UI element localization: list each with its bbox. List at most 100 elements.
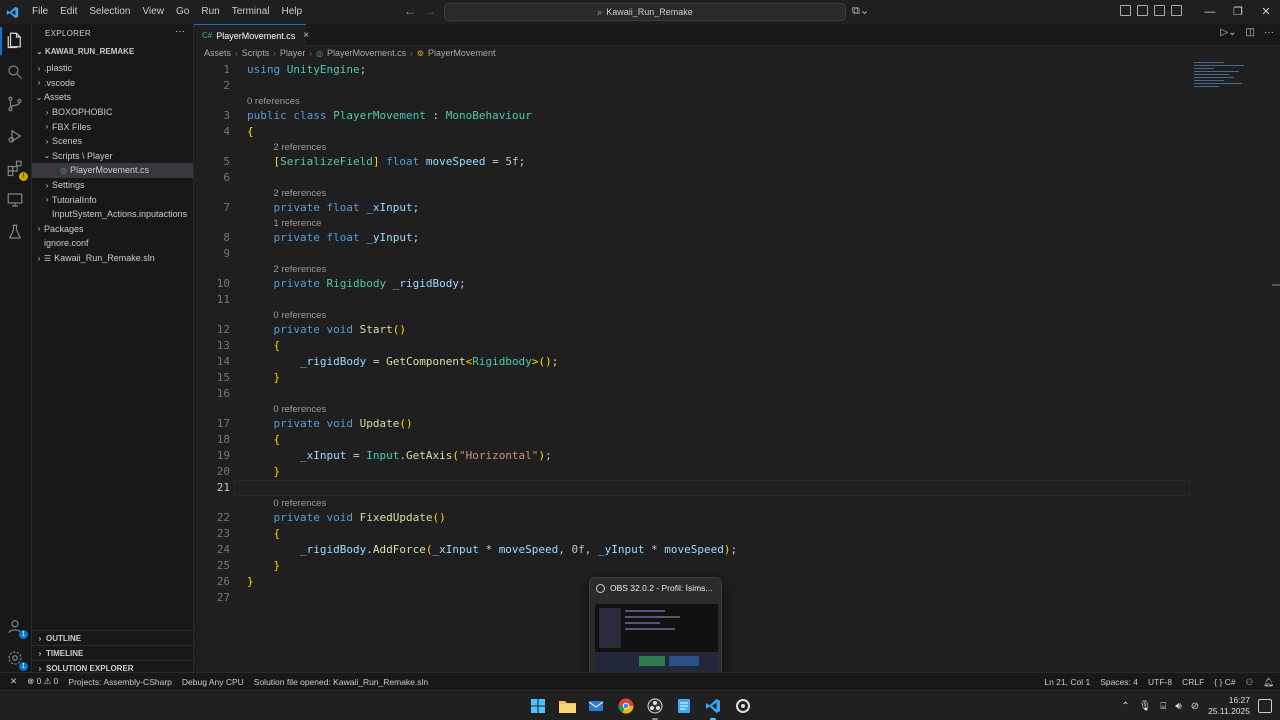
tree-item[interactable]: ⌄ Assets	[32, 90, 193, 105]
close-tab-icon[interactable]: ×	[303, 30, 309, 41]
file-explorer-icon[interactable]	[557, 696, 577, 716]
code-lens-references[interactable]: 0 references	[194, 310, 794, 322]
minimize-icon[interactable]: —	[1196, 0, 1224, 24]
vscode-taskbar-icon[interactable]	[703, 696, 723, 716]
code-line[interactable]: 10 private Rigidbody _rigidBody;	[194, 276, 1194, 292]
breadcrumb-item[interactable]: PlayerMovement	[428, 48, 496, 58]
code-lens-references[interactable]: 0 references	[194, 498, 794, 510]
projects-status[interactable]: Projects: Assembly-CSharp	[68, 677, 171, 687]
back-arrow-icon[interactable]: ←	[404, 4, 416, 18]
tree-item[interactable]: › Settings	[32, 178, 193, 193]
obs-taskbar-icon[interactable]	[645, 696, 665, 716]
line-ending[interactable]: CRLF	[1182, 677, 1204, 687]
code-line[interactable]: 3 public class PlayerMovement : MonoBehav…	[194, 108, 1194, 124]
volume-icon[interactable]: 🔊︎	[1175, 701, 1181, 712]
settings-gear-icon[interactable]: 1	[6, 649, 28, 671]
run-debug-icon[interactable]	[6, 127, 26, 147]
code-line[interactable]: 14 _rigidBody = GetComponent<Rigidbody>(…	[194, 354, 1194, 370]
menu-edit[interactable]: Edit	[54, 0, 83, 24]
language-mode[interactable]: { } C#	[1214, 677, 1235, 687]
toggle-secondary-sidebar-icon[interactable]	[1171, 5, 1182, 16]
tree-item[interactable]: › Scenes	[32, 134, 193, 149]
code-line[interactable]: 17 private void Update()	[194, 416, 1194, 432]
code-line[interactable]: 22 private void FixedUpdate()	[194, 510, 1194, 526]
cursor-position[interactable]: Ln 21, Col 1	[1044, 677, 1090, 687]
code-line[interactable]: 12 private void Start()	[194, 322, 1194, 338]
code-line[interactable]: 16	[194, 386, 1194, 402]
debug-config[interactable]: Debug Any CPU	[182, 677, 244, 687]
solution-status[interactable]: Solution file opened: Kawaii_Run_Remake.…	[254, 677, 428, 687]
menu-selection[interactable]: Selection	[83, 0, 136, 24]
chrome-icon[interactable]	[616, 696, 636, 716]
code-lens-references[interactable]: 2 references	[194, 188, 794, 200]
tree-item[interactable]: › ☰ Kawaii_Run_Remake.sln	[32, 251, 193, 266]
accounts-icon[interactable]: 1	[6, 617, 28, 639]
code-line[interactable]: 4{	[194, 124, 1194, 140]
notifications-bell-icon[interactable]: 🔔︎	[1263, 677, 1274, 688]
breadcrumb-item[interactable]: PlayerMovement.cs	[327, 48, 406, 58]
obs-preview-popup[interactable]: OBS 32.0.2 - Profil: İsims...	[589, 577, 722, 678]
remote-indicator-icon[interactable]: ✕	[10, 676, 17, 687]
copilot-status-icon[interactable]: ⚇	[1246, 677, 1254, 688]
scrollbar[interactable]	[1272, 284, 1280, 286]
menu-terminal[interactable]: Terminal	[226, 0, 276, 24]
code-line[interactable]: 15 }	[194, 370, 1194, 386]
code-lens-references[interactable]: 0 references	[194, 404, 794, 416]
remote-explorer-icon[interactable]	[6, 191, 26, 211]
tree-item[interactable]: › TutorialInfo	[32, 192, 193, 207]
tree-item[interactable]: ◎ PlayerMovement.cs	[32, 163, 193, 178]
more-actions-icon[interactable]: ···	[1264, 27, 1274, 38]
copilot-icon[interactable]: ⧉⌄	[852, 4, 869, 18]
tree-item[interactable]: › .plastic	[32, 61, 193, 76]
code-lens-references[interactable]: 1 reference	[194, 218, 794, 230]
more-actions-icon[interactable]: ···	[175, 26, 185, 37]
code-line[interactable]: 19 _xInput = Input.GetAxis("Horizontal")…	[194, 448, 1194, 464]
code-line[interactable]: 8 private float _yInput;	[194, 230, 1194, 246]
restore-icon[interactable]: ❐	[1224, 0, 1252, 24]
chevron-up-icon[interactable]: ⌃	[1121, 701, 1129, 712]
code-line[interactable]: 11	[194, 292, 1194, 308]
unity-hub-icon[interactable]	[733, 696, 753, 716]
clock[interactable]: 16:27 25.11.2025	[1208, 695, 1250, 717]
code-lens-references[interactable]: 0 references	[194, 96, 794, 108]
customize-layout-icon[interactable]	[1120, 5, 1131, 16]
mail-app-icon[interactable]	[586, 696, 606, 716]
section-outline[interactable]: › OUTLINE	[32, 630, 193, 645]
workspace-root[interactable]: ⌄ KAWAII_RUN_REMAKE	[36, 47, 134, 56]
code-line[interactable]: 5 [SerializeField] float moveSpeed = 5f;	[194, 154, 1194, 170]
breadcrumb-item[interactable]: Scripts	[242, 48, 270, 58]
code-line[interactable]: 6	[194, 170, 1194, 186]
breadcrumb-item[interactable]: Player	[280, 48, 306, 58]
search-icon[interactable]	[6, 63, 26, 83]
network-icon[interactable]: ⌸	[1160, 701, 1166, 712]
code-line[interactable]: 18 {	[194, 432, 1194, 448]
extensions-icon[interactable]: !	[6, 159, 28, 181]
code-line[interactable]: 23 {	[194, 526, 1194, 542]
forward-arrow-icon[interactable]: →	[424, 4, 436, 18]
code-line[interactable]: 13 {	[194, 338, 1194, 354]
indentation[interactable]: Spaces: 4	[1100, 677, 1138, 687]
minimap[interactable]	[1194, 62, 1270, 102]
notepad-icon[interactable]	[674, 696, 694, 716]
vpn-icon[interactable]: ⊘	[1191, 701, 1199, 712]
command-center-search[interactable]: ⌕ Kawaii_Run_Remake	[444, 3, 846, 21]
explorer-icon[interactable]	[0, 27, 26, 55]
toggle-panel-icon[interactable]	[1154, 5, 1165, 16]
menu-go[interactable]: Go	[170, 0, 195, 24]
toggle-primary-sidebar-icon[interactable]	[1137, 5, 1148, 16]
breadcrumb-item[interactable]: Assets	[204, 48, 231, 58]
run-icon[interactable]: ▷⌄	[1220, 27, 1236, 38]
notification-center-icon[interactable]	[1258, 699, 1272, 713]
tree-item[interactable]: › .vscode	[32, 76, 193, 91]
tree-item[interactable]: › BOXOPHOBIC	[32, 105, 193, 120]
code-line[interactable]: 1 using UnityEngine;	[194, 62, 1194, 78]
code-line[interactable]: 24 _rigidBody.AddForce(_xInput * moveSpe…	[194, 542, 1194, 558]
code-line[interactable]: 20 }	[194, 464, 1194, 480]
encoding[interactable]: UTF-8	[1148, 677, 1172, 687]
tab-playermovement[interactable]: C# PlayerMovement.cs ×	[194, 24, 309, 46]
problems-count[interactable]: ⊗ 0 ⚠ 0	[27, 676, 58, 687]
code-line[interactable]: 7 private float _xInput;	[194, 200, 1194, 216]
split-editor-icon[interactable]: ◫	[1246, 27, 1255, 38]
close-icon[interactable]: ✕	[1252, 0, 1280, 24]
start-menu-icon[interactable]	[528, 696, 548, 716]
